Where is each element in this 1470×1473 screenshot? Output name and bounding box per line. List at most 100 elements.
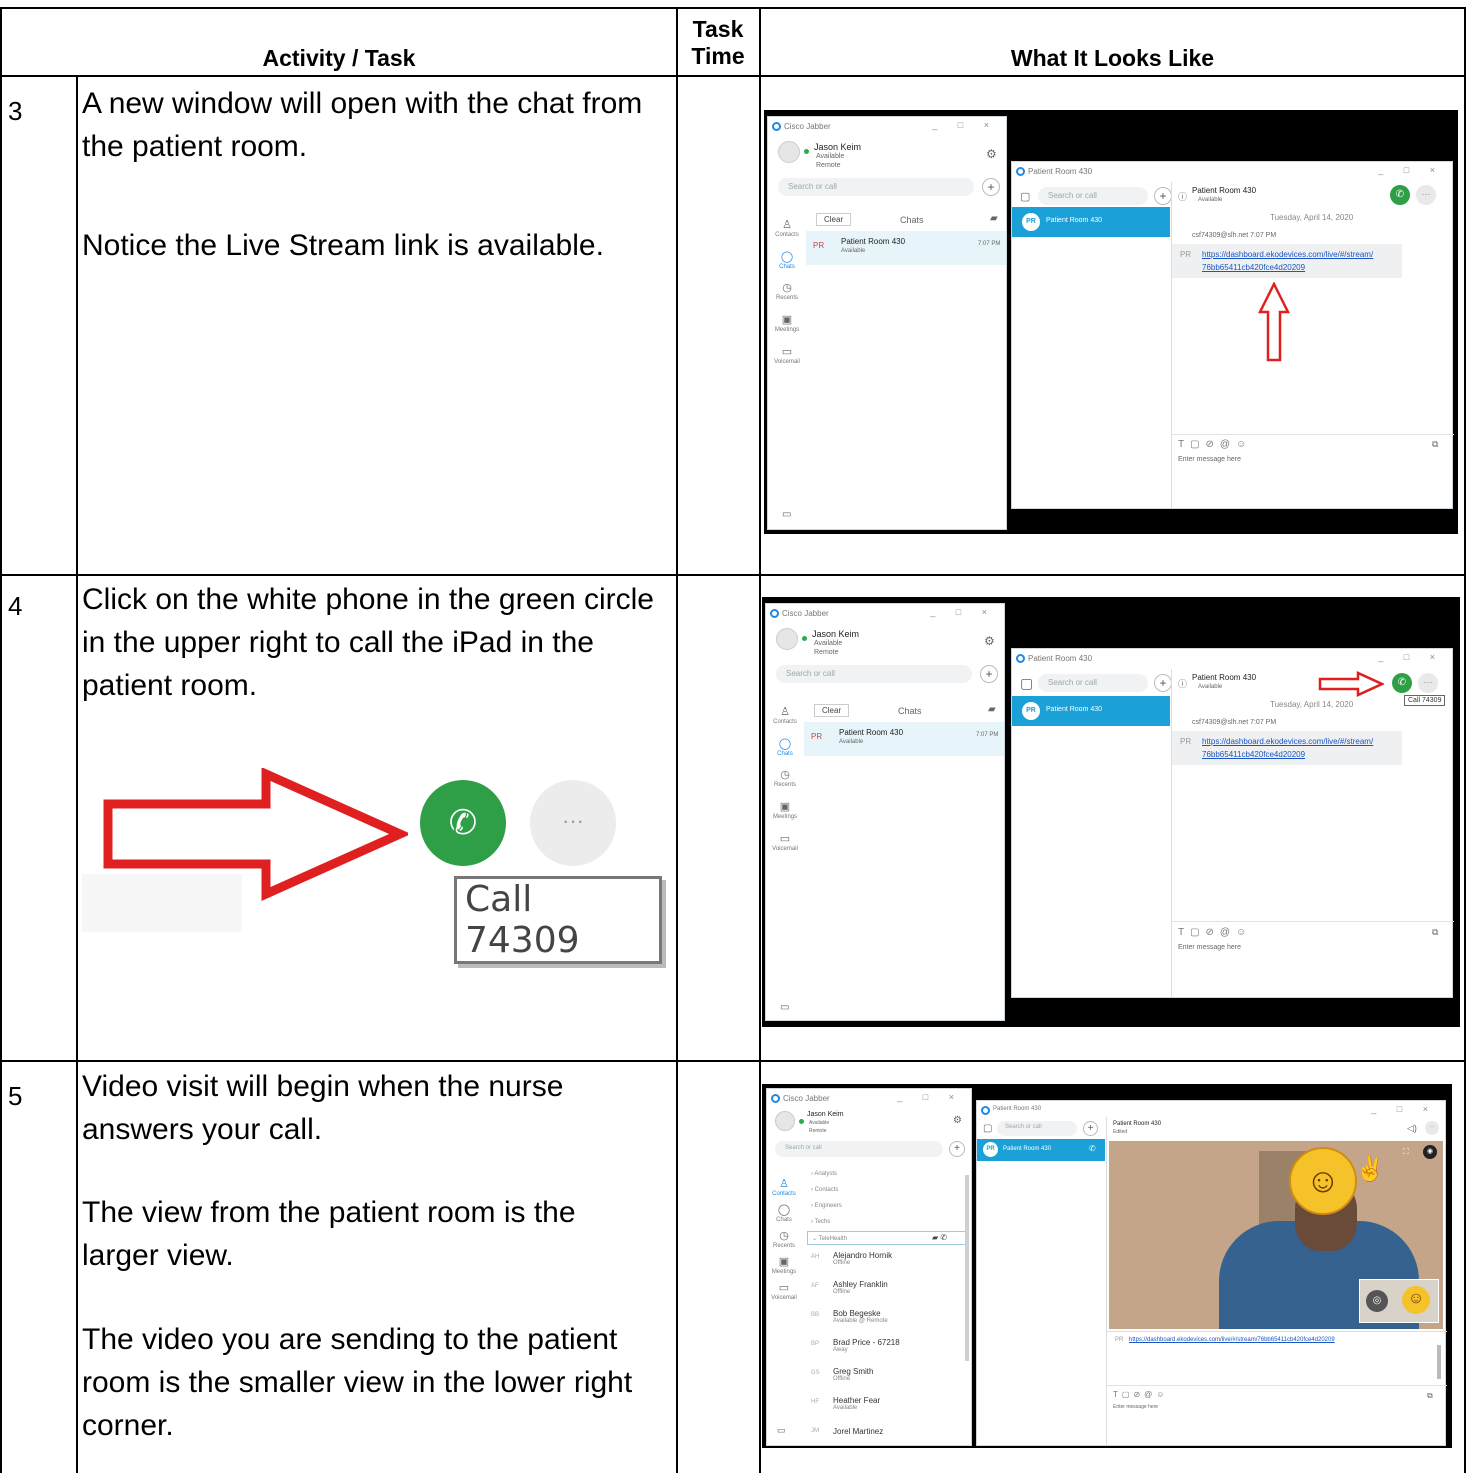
- avatar[interactable]: [778, 141, 800, 163]
- call-button[interactable]: ✆: [1392, 673, 1412, 693]
- nav-recents[interactable]: ◷ Recents: [767, 1229, 801, 1249]
- add-button[interactable]: +: [982, 178, 1000, 196]
- nav-chats[interactable]: ◯ Chats: [768, 737, 802, 757]
- message-input[interactable]: Enter message here: [1178, 944, 1241, 951]
- chat-list-item[interactable]: PR Patient Room 430 Available 7:07 PM: [806, 231, 1006, 265]
- calendar-icon[interactable]: ▢: [1020, 675, 1033, 692]
- nav-contacts[interactable]: ♙ Contacts: [768, 705, 802, 725]
- format-toolbar[interactable]: T▢⊘@☺: [1178, 927, 1252, 938]
- contact-list-item[interactable]: Heather Fear Available: [833, 1396, 880, 1411]
- nav-recents[interactable]: ◷ Recents: [770, 281, 804, 301]
- contact-list-item[interactable]: BP: [811, 1338, 819, 1347]
- contact-group[interactable]: › Contacts: [811, 1187, 838, 1193]
- more-options-button[interactable]: ···: [1425, 1121, 1439, 1135]
- contact-list-item[interactable]: Bob Begeske Available @ Remote: [833, 1309, 888, 1324]
- monitor-icon[interactable]: ▭: [782, 509, 791, 520]
- live-stream-link[interactable]: https://dashboard.ekodevices.com/live/#/…: [1202, 248, 1373, 274]
- conversation-tab-selected[interactable]: PR Patient Room 430: [1012, 207, 1170, 237]
- message-input[interactable]: Enter message here: [1113, 1404, 1158, 1410]
- search-input[interactable]: Search or call: [778, 178, 974, 196]
- nav-contacts[interactable]: ♙ Contacts: [770, 218, 804, 238]
- search-input[interactable]: Search or call: [997, 1121, 1077, 1136]
- contact-list-item[interactable]: Brad Price - 67218 Away: [833, 1338, 900, 1353]
- fullscreen-icon[interactable]: ⛶: [1403, 1147, 1409, 1157]
- contact-list-item[interactable]: Greg Smith Offline: [833, 1367, 873, 1382]
- nav-meetings[interactable]: ▣ Meetings: [770, 313, 804, 333]
- live-stream-link[interactable]: https://dashboard.ekodevices.com/live/#/…: [1129, 1334, 1335, 1347]
- gear-icon[interactable]: ⚙: [984, 634, 995, 648]
- nav-chats[interactable]: ◯ Chats: [770, 250, 804, 270]
- add-button[interactable]: +: [949, 1141, 965, 1157]
- contact-list-item[interactable]: BB: [811, 1309, 819, 1318]
- contact-list-item[interactable]: JM: [811, 1425, 819, 1434]
- info-icon[interactable]: ⓘ: [1178, 190, 1187, 203]
- contact-group[interactable]: › Analysts: [811, 1171, 837, 1177]
- video-options-icon[interactable]: ◉: [1423, 1145, 1437, 1159]
- chat-call-icons[interactable]: ▰ ✆: [932, 1233, 947, 1242]
- speaker-icon[interactable]: ◁): [1407, 1123, 1417, 1134]
- contact-list-item[interactable]: Ashley Franklin Offline: [833, 1280, 888, 1295]
- popout-icon[interactable]: ⧉: [1432, 927, 1438, 938]
- window-controls[interactable]: _ □ ×: [1378, 165, 1444, 175]
- contact-list-item[interactable]: HF: [811, 1396, 819, 1405]
- more-options-button[interactable]: ···: [1416, 185, 1436, 205]
- contact-list-item[interactable]: AH: [811, 1251, 819, 1260]
- gear-icon[interactable]: ⚙: [953, 1115, 962, 1126]
- calendar-icon[interactable]: ▢: [983, 1123, 992, 1134]
- contact-list-item[interactable]: Jorel Martinez: [833, 1427, 883, 1436]
- popout-icon[interactable]: ⧉: [1427, 1391, 1433, 1401]
- scrollbar[interactable]: [965, 1175, 969, 1361]
- monitor-icon[interactable]: ▭: [777, 1425, 786, 1436]
- search-input[interactable]: Search or call: [1038, 674, 1148, 692]
- message-input[interactable]: Enter message here: [1178, 456, 1241, 463]
- nav-voicemail[interactable]: ▭ Voicemail: [767, 1281, 801, 1301]
- add-button[interactable]: +: [1083, 1121, 1098, 1136]
- conversation-tab-selected[interactable]: PR Patient Room 430 ✆: [977, 1139, 1105, 1161]
- search-input[interactable]: Search or call: [776, 665, 972, 683]
- nav-recents[interactable]: ◷ Recents: [768, 768, 802, 788]
- nav-meetings[interactable]: ▣ Meetings: [768, 800, 802, 820]
- add-button[interactable]: +: [1154, 674, 1172, 692]
- search-input[interactable]: Search or call: [775, 1141, 943, 1157]
- contact-list-item[interactable]: Alejandro Hornik Offline: [833, 1251, 892, 1266]
- contact-list-item[interactable]: GS: [811, 1367, 820, 1376]
- chat-list-item[interactable]: PR Patient Room 430 Available 7:07 PM: [804, 722, 1004, 756]
- avatar[interactable]: [776, 628, 798, 650]
- nav-voicemail[interactable]: ▭ Voicemail: [770, 345, 804, 365]
- window-controls[interactable]: _ □ ×: [1371, 1104, 1437, 1114]
- contact-group-expanded[interactable]: ⌄ TeleHealth ▰ ✆: [807, 1231, 967, 1245]
- search-input[interactable]: Search or call: [1038, 187, 1148, 205]
- contact-list-item[interactable]: AF: [811, 1280, 819, 1289]
- gear-icon[interactable]: ⚙: [986, 147, 997, 161]
- window-controls[interactable]: _ □ ×: [897, 1092, 963, 1102]
- more-options-button[interactable]: ···: [1418, 673, 1438, 693]
- chat-scrollbar[interactable]: [1437, 1345, 1441, 1379]
- conversation-tab-selected[interactable]: PR Patient Room 430: [1012, 696, 1170, 726]
- contact-group[interactable]: › Engineers: [811, 1203, 842, 1209]
- live-stream-link[interactable]: https://dashboard.ekodevices.com/live/#/…: [1202, 735, 1373, 761]
- user-name[interactable]: Jason Keim: [807, 1111, 844, 1118]
- monitor-icon[interactable]: ▭: [780, 1002, 789, 1013]
- user-name[interactable]: Jason Keim: [814, 142, 861, 152]
- zoomed-call-button[interactable]: ✆: [420, 780, 506, 866]
- nav-voicemail[interactable]: ▭ Voicemail: [768, 832, 802, 852]
- window-controls[interactable]: _ □ ×: [932, 120, 998, 130]
- calendar-icon[interactable]: ▢: [1020, 190, 1030, 203]
- self-view-video[interactable]: ☺ ◎: [1359, 1279, 1439, 1323]
- info-icon[interactable]: ⓘ: [1178, 677, 1187, 690]
- popout-icon[interactable]: ⧉: [1432, 439, 1438, 450]
- contact-group[interactable]: › Techs: [811, 1219, 830, 1225]
- format-toolbar[interactable]: T▢⊘@☺: [1178, 439, 1252, 450]
- nav-meetings[interactable]: ▣ Meetings: [767, 1255, 801, 1275]
- add-button[interactable]: +: [1154, 187, 1172, 205]
- window-controls[interactable]: _ □ ×: [1378, 652, 1444, 662]
- window-controls[interactable]: _ □ ×: [930, 607, 996, 617]
- avatar[interactable]: [775, 1111, 795, 1131]
- new-chat-icon[interactable]: ▰: [988, 704, 996, 715]
- clear-button[interactable]: Clear: [814, 704, 850, 717]
- format-toolbar[interactable]: T▢⊘@☺: [1113, 1390, 1168, 1399]
- user-name[interactable]: Jason Keim: [812, 629, 859, 639]
- new-chat-icon[interactable]: ▰: [990, 213, 998, 224]
- call-button[interactable]: ✆: [1390, 185, 1410, 205]
- clear-button[interactable]: Clear: [816, 213, 852, 226]
